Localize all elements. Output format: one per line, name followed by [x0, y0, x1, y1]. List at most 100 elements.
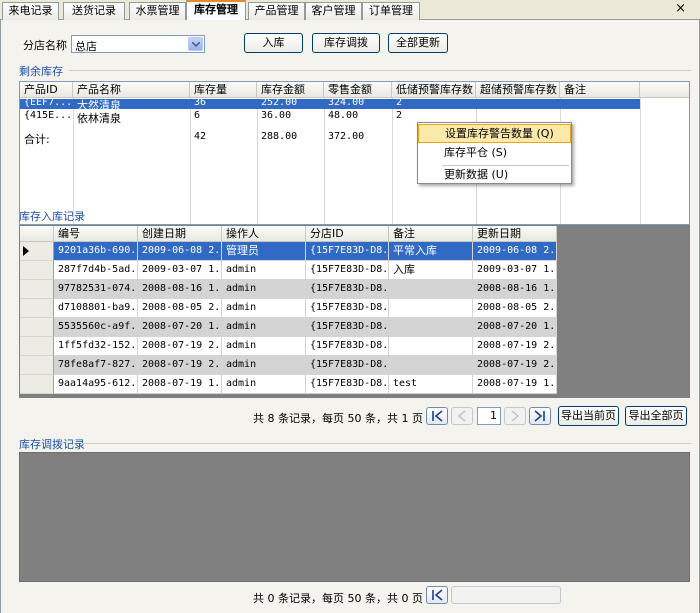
records-cell[interactable]: 2008-07-19 2...: [138, 356, 222, 375]
records-col-header[interactable]: 备注: [389, 226, 473, 242]
records-row-header[interactable]: [20, 242, 54, 261]
chevron-down-icon[interactable]: [188, 37, 203, 51]
records-cell[interactable]: 9201a36b-690...: [54, 242, 138, 261]
records-cell[interactable]: [389, 318, 473, 337]
records-row-header[interactable]: [20, 299, 54, 318]
stock-col-header[interactable]: 产品名称: [73, 82, 190, 98]
close-icon[interactable]: ×: [675, 1, 686, 16]
records-grid[interactable]: 编号 创建日期 操作人 分店ID 备注 更新日期 9201a36b-690...…: [19, 225, 690, 398]
stock-col-header[interactable]: 库存金额: [257, 82, 324, 98]
records-row-header[interactable]: [20, 318, 54, 337]
records-row-header[interactable]: [20, 280, 54, 299]
export-all-button[interactable]: 导出全部页: [625, 406, 687, 426]
stock-total-cell: 42: [194, 131, 207, 142]
refresh-all-button[interactable]: 全部更新: [388, 33, 448, 53]
first-page-button[interactable]: [426, 407, 448, 425]
records-cell[interactable]: [389, 280, 473, 299]
records-cell[interactable]: [389, 356, 473, 375]
stock-grid[interactable]: 产品ID 产品名称 库存量 库存金额 零售金额 低储预警库存数 超储预警库存数 …: [19, 81, 690, 225]
records-cell[interactable]: d7108801-ba9...: [54, 299, 138, 318]
records-cell[interactable]: 2008-07-19 2...: [473, 337, 557, 356]
records-cell[interactable]: 78fe8af7-827...: [54, 356, 138, 375]
tab-inventory[interactable]: 库存管理: [186, 0, 246, 21]
records-cell[interactable]: 2008-07-19 1...: [473, 375, 557, 394]
stock-col-header[interactable]: 低储预警库存数: [392, 82, 476, 98]
records-row-header[interactable]: [20, 261, 54, 280]
records-cell[interactable]: {15F7E83D-D8...: [306, 299, 389, 318]
transfer-first-page-button[interactable]: [426, 586, 448, 604]
stock-col-header[interactable]: 零售金额: [324, 82, 392, 98]
records-cell[interactable]: 9aa14a95-612...: [54, 375, 138, 394]
tab-delivery-records[interactable]: 送货记录: [63, 2, 125, 20]
records-row-header[interactable]: [20, 337, 54, 356]
stock-col-header[interactable]: 备注: [560, 82, 640, 98]
export-current-button[interactable]: 导出当前页: [558, 406, 619, 426]
records-col-header[interactable]: 编号: [54, 226, 138, 242]
records-cell[interactable]: [389, 337, 473, 356]
records-cell[interactable]: 2008-07-19 2...: [138, 337, 222, 356]
stock-cell: {EEF7...: [24, 97, 73, 108]
records-cell[interactable]: 5535560c-a9f...: [54, 318, 138, 337]
records-col-header[interactable]: 分店ID: [306, 226, 389, 242]
records-cell[interactable]: 287f7d4b-5ad...: [54, 261, 138, 280]
records-col-header[interactable]: 操作人: [222, 226, 306, 242]
records-cell[interactable]: {15F7E83D-D8...: [306, 356, 389, 375]
records-cell[interactable]: {15F7E83D-D8...: [306, 261, 389, 280]
stock-transfer-button[interactable]: 库存调拨: [312, 33, 380, 53]
records-cell[interactable]: [389, 299, 473, 318]
menu-item-set-warning[interactable]: 设置库存警告数量 (Q): [418, 124, 571, 143]
tab-call-records[interactable]: 来电记录: [2, 2, 59, 20]
records-cell[interactable]: admin: [222, 299, 306, 318]
records-cell[interactable]: {15F7E83D-D8...: [306, 242, 389, 261]
records-cell[interactable]: 2008-07-20 1...: [138, 318, 222, 337]
records-col-header[interactable]: 创建日期: [138, 226, 222, 242]
records-cell[interactable]: 2008-07-19 2...: [473, 356, 557, 375]
tab-products[interactable]: 产品管理: [248, 2, 305, 20]
records-cell[interactable]: admin: [222, 318, 306, 337]
records-cell[interactable]: 2009-03-07 1...: [138, 261, 222, 280]
next-page-button[interactable]: [504, 407, 526, 425]
records-row-header[interactable]: [20, 375, 54, 394]
stock-col-header[interactable]: 超储预警库存数: [476, 82, 560, 98]
last-page-button[interactable]: [529, 407, 551, 425]
stock-col-header[interactable]: 产品ID: [20, 82, 73, 98]
records-cell[interactable]: {15F7E83D-D8...: [306, 337, 389, 356]
records-cell[interactable]: 管理员: [222, 242, 306, 261]
transfer-grid[interactable]: [19, 452, 690, 582]
records-cell[interactable]: 2008-08-16 1...: [138, 280, 222, 299]
stock-col-header[interactable]: 库存量: [190, 82, 257, 98]
records-cell[interactable]: admin: [222, 375, 306, 394]
tab-water-ticket[interactable]: 水票管理: [129, 2, 186, 20]
records-cell[interactable]: {15F7E83D-D8...: [306, 318, 389, 337]
tab-customers[interactable]: 客户管理: [305, 2, 362, 20]
branch-select[interactable]: 总店: [71, 35, 205, 53]
records-cell[interactable]: admin: [222, 261, 306, 280]
records-cell[interactable]: 2009-03-07 1...: [473, 261, 557, 280]
records-cell[interactable]: 2008-08-16 1...: [473, 280, 557, 299]
records-cell[interactable]: 2008-08-05 2...: [473, 299, 557, 318]
menu-item-stock-balance[interactable]: 库存平仓 (S): [418, 144, 571, 163]
records-cell[interactable]: 2008-08-05 2...: [138, 299, 222, 318]
records-cell[interactable]: 97782531-074...: [54, 280, 138, 299]
records-cell[interactable]: 平常入库: [389, 242, 473, 261]
page-number-input[interactable]: 1: [477, 407, 501, 425]
records-cell[interactable]: admin: [222, 337, 306, 356]
menu-item-update-data[interactable]: 更新数据 (U): [418, 166, 571, 185]
transfer-pager-controls[interactable]: [451, 586, 561, 604]
records-cell[interactable]: admin: [222, 356, 306, 375]
records-row-header[interactable]: [20, 356, 54, 375]
records-cell[interactable]: 1ff5fd32-152...: [54, 337, 138, 356]
records-col-header[interactable]: 更新日期: [473, 226, 557, 242]
records-cell[interactable]: {15F7E83D-D8...: [306, 280, 389, 299]
tab-orders[interactable]: 订单管理: [362, 2, 420, 20]
records-cell[interactable]: 2009-06-08 2...: [473, 242, 557, 261]
records-cell[interactable]: 2008-07-20 1...: [473, 318, 557, 337]
records-cell[interactable]: 入库: [389, 261, 473, 280]
records-cell[interactable]: test: [389, 375, 473, 394]
records-cell[interactable]: 2008-07-19 1...: [138, 375, 222, 394]
records-cell[interactable]: admin: [222, 280, 306, 299]
records-cell[interactable]: 2009-06-08 2...: [138, 242, 222, 261]
prev-page-button[interactable]: [451, 407, 473, 425]
stock-in-button[interactable]: 入库: [244, 33, 303, 53]
records-cell[interactable]: {15F7E83D-D8...: [306, 375, 389, 394]
